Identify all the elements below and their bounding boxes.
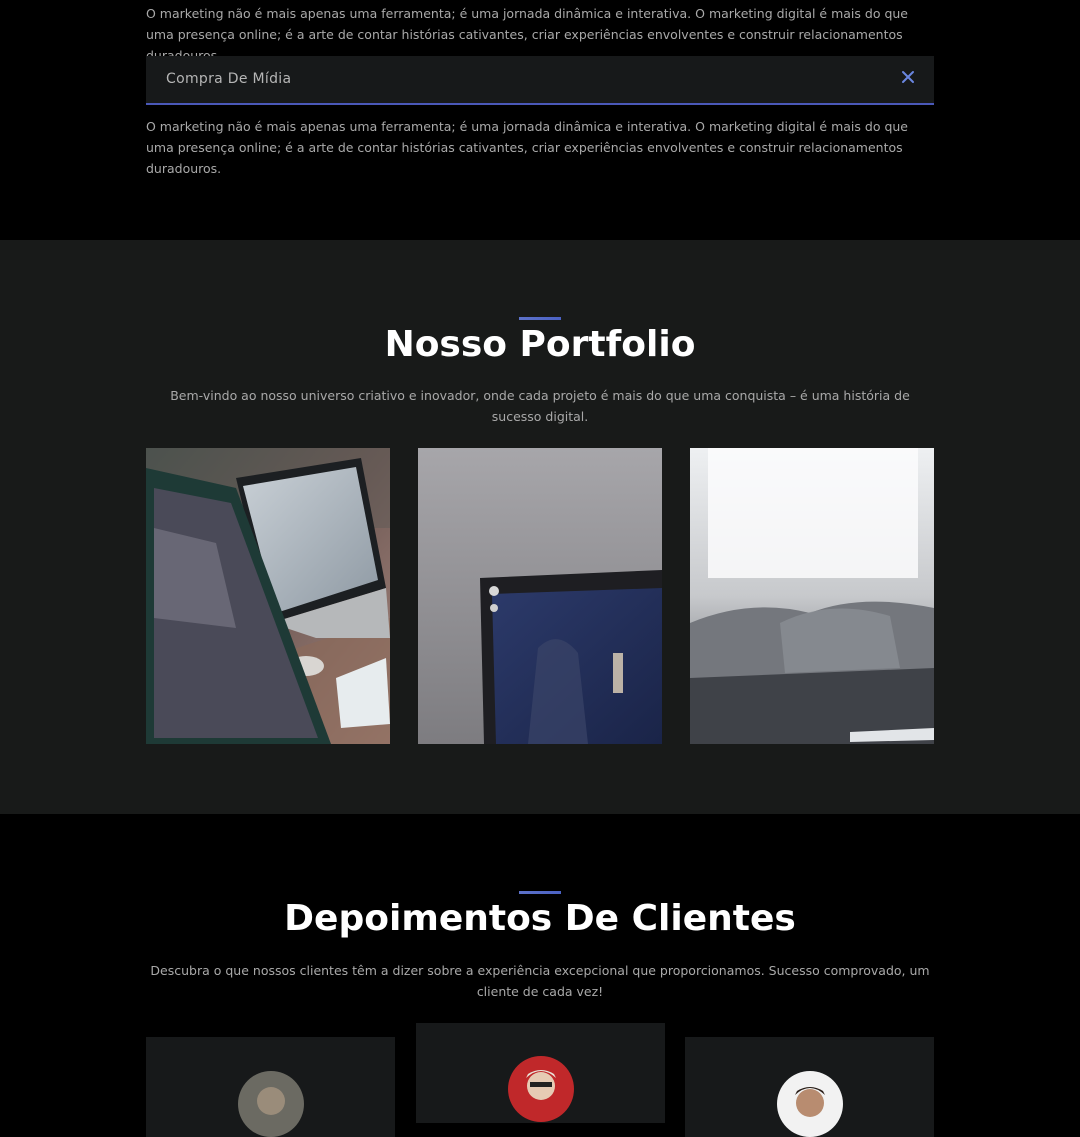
portfolio-image-sofa[interactable]	[690, 448, 934, 744]
testimonial-card	[146, 1037, 395, 1137]
avatar	[507, 1056, 574, 1122]
avatar	[237, 1071, 304, 1137]
portfolio-section: Nosso Portfolio Bem-vindo ao nosso unive…	[0, 240, 1080, 814]
portfolio-image-monitor[interactable]	[418, 448, 662, 744]
title-accent-line	[519, 891, 561, 894]
testimonial-card	[416, 1023, 665, 1123]
faq-section: O marketing não é mais apenas uma ferram…	[0, 0, 1080, 240]
testimonial-card	[685, 1037, 934, 1137]
title-accent-line	[519, 317, 561, 320]
accordion-title[interactable]: Compra De Mídia	[166, 71, 291, 87]
testimonials-subtitle: Descubra o que nossos clientes têm a diz…	[150, 963, 930, 999]
avatar	[776, 1071, 843, 1137]
testimonials-title: Depoimentos De Clientes	[284, 898, 796, 939]
portfolio-title: Nosso Portfolio	[384, 324, 696, 365]
accordion-item[interactable]: Compra De Mídia	[146, 56, 934, 105]
accordion-content: O marketing não é mais apenas uma ferram…	[146, 119, 908, 176]
portfolio-subtitle: Bem-vindo ao nosso universo criativo e i…	[170, 388, 910, 424]
close-icon[interactable]	[900, 69, 916, 85]
portfolio-image-laptops[interactable]	[146, 448, 390, 744]
testimonials-section: Depoimentos De Clientes Descubra o que n…	[0, 814, 1080, 1137]
